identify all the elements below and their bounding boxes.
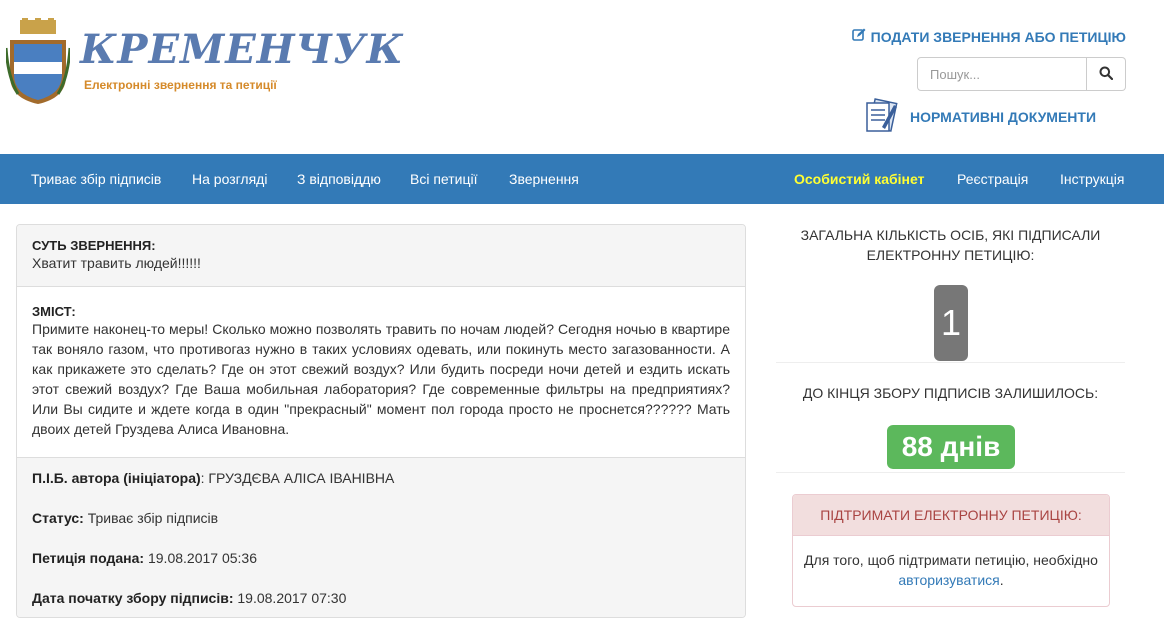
nav-appeals[interactable]: Звернення xyxy=(509,154,579,204)
site-logo-subtitle: Електронні звернення та петиції xyxy=(84,78,277,92)
subject-text: Хватит травить людей!!!!!! xyxy=(32,255,201,271)
support-petition-box: ПІДТРИМАТИ ЕЛЕКТРОННУ ПЕТИЦІЮ: Для того,… xyxy=(792,494,1110,607)
normative-documents-link[interactable]: НОРМАТИВНІ ДОКУМЕНТИ xyxy=(864,97,1096,136)
author-label: П.І.Б. автора (ініціатора) xyxy=(32,470,201,486)
search-input[interactable] xyxy=(917,57,1087,91)
nav-answered[interactable]: З відповіддю xyxy=(297,154,381,204)
nav-instructions[interactable]: Інструкція xyxy=(1060,154,1125,204)
support-text-after: . xyxy=(999,572,1004,588)
nav-registration[interactable]: Реєстрація xyxy=(957,154,1028,204)
remaining-days-badge: 88 днів xyxy=(887,425,1015,469)
content-heading: ЗМІСТ: xyxy=(32,304,76,319)
status-value: Триває збір підписів xyxy=(83,510,219,526)
signers-label: ЗАГАЛЬНА КІЛЬКІСТЬ ОСІБ, ЯКІ ПІДПИСАЛИ Е… xyxy=(800,227,1101,263)
search-form xyxy=(917,57,1126,91)
petition-content-section: ЗМІСТ: Примите наконец-то меры! Сколько … xyxy=(17,287,745,457)
search-icon xyxy=(1099,66,1114,83)
edit-square-icon xyxy=(851,28,866,45)
petition-panel: СУТЬ ЗВЕРНЕННЯ: Хватит травить людей!!!!… xyxy=(16,224,746,618)
nav-under-review[interactable]: На розгляді xyxy=(192,154,267,204)
petition-meta-section: П.І.Б. автора (ініціатора): ГРУЗДЄВА АЛІ… xyxy=(17,458,745,617)
normative-documents-label: НОРМАТИВНІ ДОКУМЕНТИ xyxy=(910,108,1097,125)
submit-petition-label: ПОДАТИ ЗВЕРНЕННЯ АБО ПЕТИЦІЮ xyxy=(870,28,1126,45)
main-navbar: Триває збір підписів На розгляді З відпо… xyxy=(0,154,1164,204)
submitted-label: Петиція подана: xyxy=(32,550,145,566)
support-petition-text: Для того, щоб підтримати петицію, необхі… xyxy=(793,536,1109,604)
support-petition-heading: ПІДТРИМАТИ ЕЛЕКТРОННУ ПЕТИЦІЮ: xyxy=(793,495,1109,536)
status-label: Статус: xyxy=(32,510,84,526)
support-text-before: Для того, щоб підтримати петицію, необхі… xyxy=(804,552,1098,568)
nav-personal-cabinet[interactable]: Особистий кабінет xyxy=(794,154,924,204)
remaining-label: ДО КІНЦЯ ЗБОРУ ПІДПИСІВ ЗАЛИШИЛОСЬ: xyxy=(802,385,1099,401)
start-date-value: 19.08.2017 07:30 xyxy=(233,590,347,606)
login-link[interactable]: авторизуватися xyxy=(898,572,999,588)
author-line: П.І.Б. автора (ініціатора): ГРУЗДЄВА АЛІ… xyxy=(32,470,394,486)
stats-divider xyxy=(776,472,1125,473)
start-date-line: Дата початку збору підписів: 19.08.2017 … xyxy=(32,590,346,606)
coat-of-arms-icon[interactable] xyxy=(4,18,72,106)
submitted-value: 19.08.2017 05:36 xyxy=(144,550,257,566)
content-text: Примите наконец-то меры! Сколько можно п… xyxy=(32,321,730,437)
submit-petition-link[interactable]: ПОДАТИ ЗВЕРНЕННЯ АБО ПЕТИЦІЮ xyxy=(851,28,1126,45)
stats-divider xyxy=(776,362,1125,363)
subject-heading: СУТЬ ЗВЕРНЕННЯ: xyxy=(32,238,156,253)
petition-subject-section: СУТЬ ЗВЕРНЕННЯ: Хватит травить людей!!!!… xyxy=(17,225,745,286)
author-value: : ГРУЗДЄВА АЛІСА ІВАНІВНА xyxy=(200,470,395,486)
nav-collecting-signatures[interactable]: Триває збір підписів xyxy=(31,154,161,204)
site-header: КРЕМЕНЧУК Електронні звернення та петиці… xyxy=(0,0,1164,154)
submitted-line: Петиція подана: 19.08.2017 05:36 xyxy=(32,550,257,566)
status-line: Статус: Триває збір підписів xyxy=(32,510,218,526)
search-button[interactable] xyxy=(1087,57,1126,91)
signers-count-badge: 1 xyxy=(934,285,968,361)
nav-all-petitions[interactable]: Всі петиції xyxy=(410,154,478,204)
start-date-label: Дата початку збору підписів: xyxy=(32,590,234,606)
site-logo-title[interactable]: КРЕМЕНЧУК xyxy=(80,26,404,73)
documents-icon xyxy=(864,97,900,136)
